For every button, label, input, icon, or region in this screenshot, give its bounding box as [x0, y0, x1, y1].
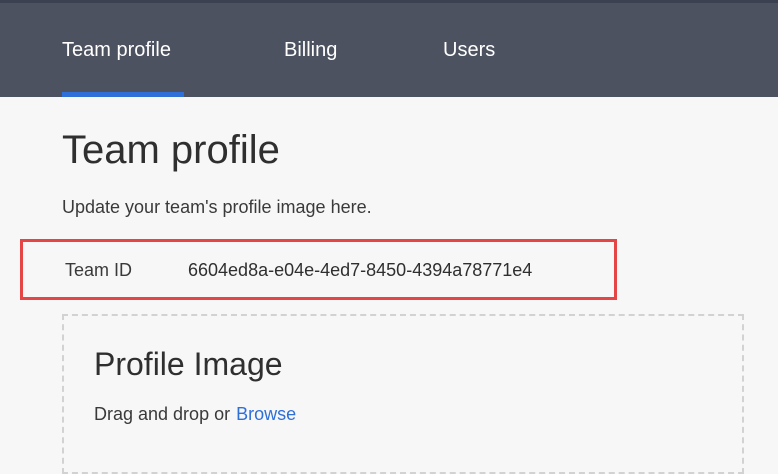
profile-image-dropzone[interactable]: Profile Image Drag and drop or Browse: [62, 314, 744, 474]
tab-team-profile[interactable]: Team profile: [62, 3, 184, 97]
active-tab-indicator: [62, 92, 184, 97]
team-id-value[interactable]: 6604ed8a-e04e-4ed7-8450-4394a78771e4: [188, 260, 532, 281]
browse-link[interactable]: Browse: [236, 404, 296, 424]
drag-drop-text: Drag and drop or: [94, 404, 231, 424]
page-title: Team profile: [62, 128, 280, 172]
tab-billing-label: Billing: [284, 39, 338, 61]
dropzone-instructions: Drag and drop or Browse: [94, 404, 296, 425]
tab-billing[interactable]: Billing: [284, 3, 344, 97]
team-id-row: Team ID 6604ed8a-e04e-4ed7-8450-4394a787…: [20, 239, 617, 300]
team-id-label: Team ID: [65, 260, 133, 280]
profile-image-title: Profile Image: [94, 346, 283, 382]
tab-users-label: Users: [443, 39, 496, 61]
top-navbar: Team profile Billing Users: [0, 3, 778, 97]
tab-users[interactable]: Users: [443, 3, 503, 97]
page-description: Update your team's profile image here.: [62, 197, 372, 217]
tab-team-profile-label: Team profile: [62, 39, 171, 61]
